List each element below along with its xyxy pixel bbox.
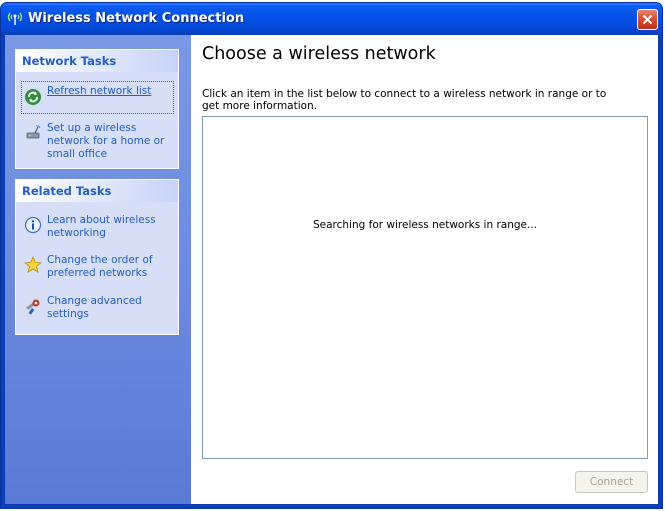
related-tasks-header: Related Tasks [16,180,178,202]
network-tasks-panel: Network Tasks Refresh network list Set u… [15,49,179,169]
close-icon [642,14,653,25]
header-area: Choose a wireless network Click an item … [191,35,658,115]
instruction-text: Click an item in the list below to conne… [202,88,607,112]
client-area: Network Tasks Refresh network list Set u… [5,35,658,504]
info-icon [24,216,42,234]
setup-wireless-network-label: Set up a wireless network for a home or … [47,122,165,160]
task-sidebar: Network Tasks Refresh network list Set u… [5,35,191,504]
page-title: Choose a wireless network [202,44,436,64]
star-icon [23,255,43,274]
wireless-setup-icon [24,124,42,142]
wireless-network-connection-window: Wireless Network Connection Network Task… [0,2,663,509]
learn-about-wireless-label: Learn about wireless networking [47,214,156,239]
window-title: Wireless Network Connection [28,11,245,26]
change-preferred-order-link[interactable]: Change the order of preferred networks [22,254,172,280]
connect-button[interactable]: Connect [575,471,648,493]
wireless-network-list[interactable]: Searching for wireless networks in range… [202,116,648,459]
settings-wrench-icon [24,297,42,315]
title-bar[interactable]: Wireless Network Connection [1,3,662,35]
change-preferred-order-label: Change the order of preferred networks [47,254,153,279]
learn-about-wireless-link[interactable]: Learn about wireless networking [22,214,172,240]
refresh-network-list-link[interactable]: Refresh network list [21,81,174,114]
main-content: Choose a wireless network Click an item … [191,35,658,504]
change-advanced-settings-link[interactable]: Change advanced settings [22,295,172,321]
network-tasks-header: Network Tasks [16,50,178,72]
refresh-icon [24,88,42,106]
related-tasks-panel: Related Tasks Learn about wireless netwo… [15,179,179,335]
searching-status-text: Searching for wireless networks in range… [312,219,538,231]
refresh-network-list-label: Refresh network list [47,85,152,97]
close-button[interactable] [637,9,658,30]
setup-wireless-network-link[interactable]: Set up a wireless network for a home or … [22,122,172,160]
change-advanced-settings-label: Change advanced settings [47,295,142,320]
wireless-signal-icon [6,10,24,26]
